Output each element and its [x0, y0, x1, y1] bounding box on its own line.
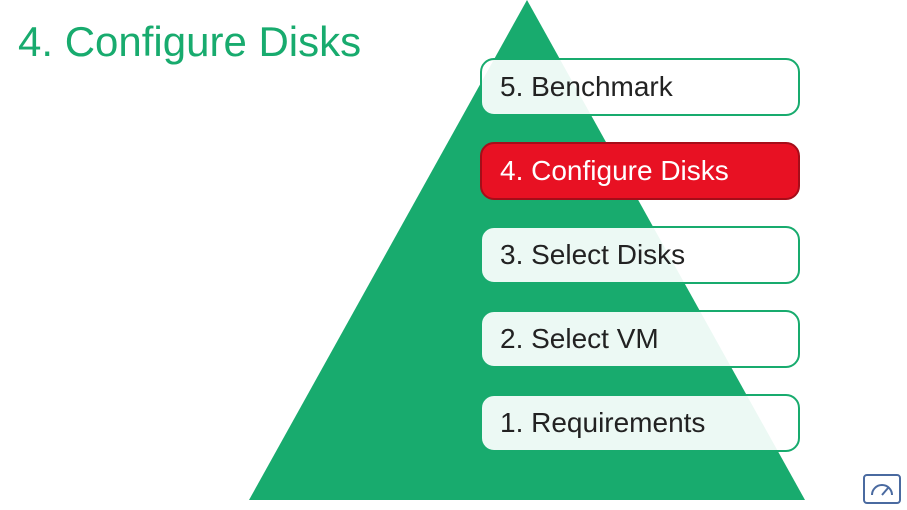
steps-stack: 5. Benchmark 4. Configure Disks 3. Selec…: [480, 58, 800, 478]
step-2-select-vm: 2. Select VM: [480, 310, 800, 368]
step-3-select-disks: 3. Select Disks: [480, 226, 800, 284]
step-4-configure-disks: 4. Configure Disks: [480, 142, 800, 200]
step-1-requirements: 1. Requirements: [480, 394, 800, 452]
brand-logo: [863, 474, 901, 504]
gauge-icon: [870, 482, 894, 496]
step-5-benchmark: 5. Benchmark: [480, 58, 800, 116]
